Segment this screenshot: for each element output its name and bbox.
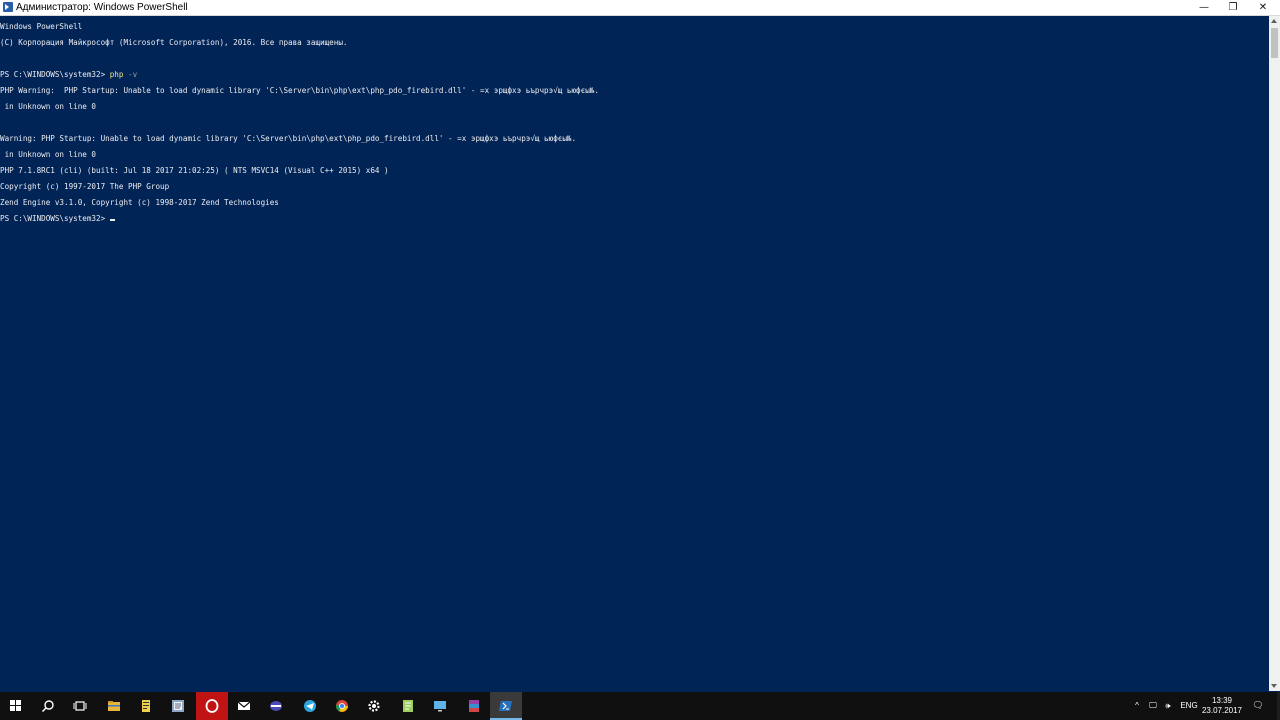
vertical-scrollbar[interactable] bbox=[1269, 16, 1280, 691]
scroll-down-arrow-icon[interactable] bbox=[1271, 684, 1277, 688]
opera-icon[interactable] bbox=[196, 692, 228, 720]
console-line: PHP 7.1.8RC1 (cli) (built: Jul 18 2017 2… bbox=[0, 166, 389, 175]
system-tray: ^ 🖵 🕪 ENG bbox=[1128, 692, 1200, 720]
console-line: Zend Engine v3.1.0, Copyright (c) 1998-2… bbox=[0, 198, 279, 207]
task-view-icon[interactable] bbox=[64, 692, 96, 720]
show-hidden-icons-chevron-icon[interactable]: ^ bbox=[1130, 692, 1144, 720]
powershell-icon bbox=[3, 2, 13, 12]
scrollbar-thumb[interactable] bbox=[1271, 28, 1278, 58]
powershell-taskbar-icon[interactable] bbox=[490, 692, 522, 720]
file-manager-icon[interactable] bbox=[130, 692, 162, 720]
notepad-icon[interactable] bbox=[162, 692, 194, 720]
console-line: in Unknown on line 0 bbox=[0, 150, 97, 159]
settings-icon[interactable] bbox=[358, 692, 390, 720]
prompt: PS C:\WINDOWS\system32> bbox=[0, 214, 110, 223]
prompt-line[interactable]: PS C:\WINDOWS\system32> bbox=[0, 215, 1266, 223]
prompt-line: PS C:\WINDOWS\system32> php -v bbox=[0, 71, 1266, 79]
network-icon[interactable]: 🖵 bbox=[1146, 692, 1160, 720]
minimize-button[interactable]: — bbox=[1190, 0, 1218, 15]
file-explorer-icon[interactable] bbox=[98, 692, 130, 720]
language-indicator[interactable]: ENG bbox=[1178, 692, 1200, 720]
volume-icon[interactable]: 🕪 bbox=[1160, 692, 1176, 720]
command-parameter: -v bbox=[123, 70, 138, 79]
console-line: in Unknown on line 0 bbox=[0, 102, 97, 111]
command-text: php bbox=[109, 70, 124, 79]
media-player-icon[interactable] bbox=[260, 692, 292, 720]
console-output[interactable]: Windows PowerShell (C) Корпорация Майкро… bbox=[0, 15, 1266, 691]
clock-date: 23.07.2017 bbox=[1201, 706, 1243, 715]
mail-icon[interactable] bbox=[228, 692, 260, 720]
console-line: PHP Warning: PHP Startup: Unable to load… bbox=[0, 86, 599, 95]
notifications-icon[interactable]: 🗨 bbox=[1250, 692, 1266, 720]
clock[interactable]: 13:39 23.07.2017 bbox=[1200, 692, 1244, 720]
remote-desktop-icon[interactable] bbox=[424, 692, 456, 720]
window-title: Администратор: Windows PowerShell bbox=[16, 2, 188, 13]
console-line: (C) Корпорация Майкрософт (Microsoft Cor… bbox=[0, 38, 348, 47]
winrar-icon[interactable] bbox=[458, 692, 490, 720]
notepad-plus-icon[interactable] bbox=[392, 692, 424, 720]
search-icon[interactable] bbox=[32, 692, 64, 720]
restore-button[interactable]: ❐ bbox=[1219, 0, 1247, 15]
console-line: Copyright (c) 1997-2017 The PHP Group bbox=[0, 182, 170, 191]
prompt: PS C:\WINDOWS\system32> bbox=[0, 70, 110, 79]
text-cursor bbox=[109, 219, 115, 221]
scroll-up-arrow-icon[interactable] bbox=[1271, 19, 1277, 23]
taskbar bbox=[0, 692, 1280, 720]
close-button[interactable]: ✕ bbox=[1249, 0, 1277, 15]
clock-time: 13:39 bbox=[1211, 696, 1233, 705]
console-line: Warning: PHP Startup: Unable to load dyn… bbox=[0, 134, 577, 143]
windows-start-icon[interactable] bbox=[0, 692, 32, 720]
title-bar[interactable]: Администратор: Windows PowerShell — ❐ ✕ bbox=[0, 0, 1280, 16]
chrome-icon[interactable] bbox=[326, 692, 358, 720]
console-line: Windows PowerShell bbox=[0, 22, 83, 31]
telegram-icon[interactable] bbox=[294, 692, 326, 720]
